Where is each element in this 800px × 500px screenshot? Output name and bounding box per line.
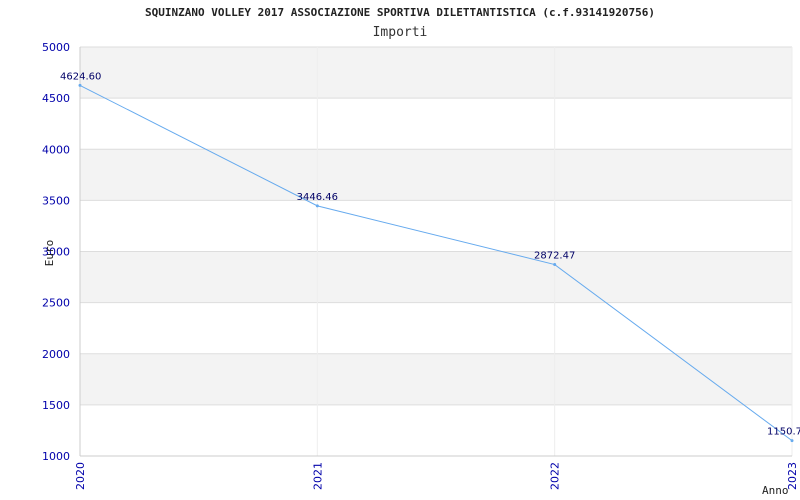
y-axis-label: Euro <box>43 240 56 267</box>
y-tick-label: 1000 <box>42 450 70 463</box>
grid-band <box>80 149 792 201</box>
data-point <box>790 439 794 443</box>
y-tick-label: 4000 <box>42 143 70 156</box>
y-tick-label: 3500 <box>42 194 70 207</box>
grid-band <box>80 47 792 99</box>
y-tick-label: 1500 <box>42 399 70 412</box>
data-label: 2872.47 <box>534 251 575 262</box>
data-point <box>315 204 319 208</box>
data-point <box>553 263 557 267</box>
x-tick-label: 2020 <box>74 462 87 490</box>
data-label: 1150.7 <box>767 427 800 438</box>
data-point <box>78 83 82 87</box>
x-tick-label: 2022 <box>549 462 562 490</box>
y-tick-label: 5000 <box>42 41 70 54</box>
data-label: 3446.46 <box>297 192 338 203</box>
line-chart: 100015002000250030003500400045005000 202… <box>42 41 800 497</box>
y-tick-label: 4500 <box>42 92 70 105</box>
data-label: 4624.60 <box>60 71 101 82</box>
y-tick-label: 2500 <box>42 297 70 310</box>
grid-band <box>80 251 792 303</box>
x-axis-label: Anno <box>762 484 789 497</box>
y-tick-label: 2000 <box>42 348 70 361</box>
x-tick-label: 2021 <box>311 462 324 490</box>
